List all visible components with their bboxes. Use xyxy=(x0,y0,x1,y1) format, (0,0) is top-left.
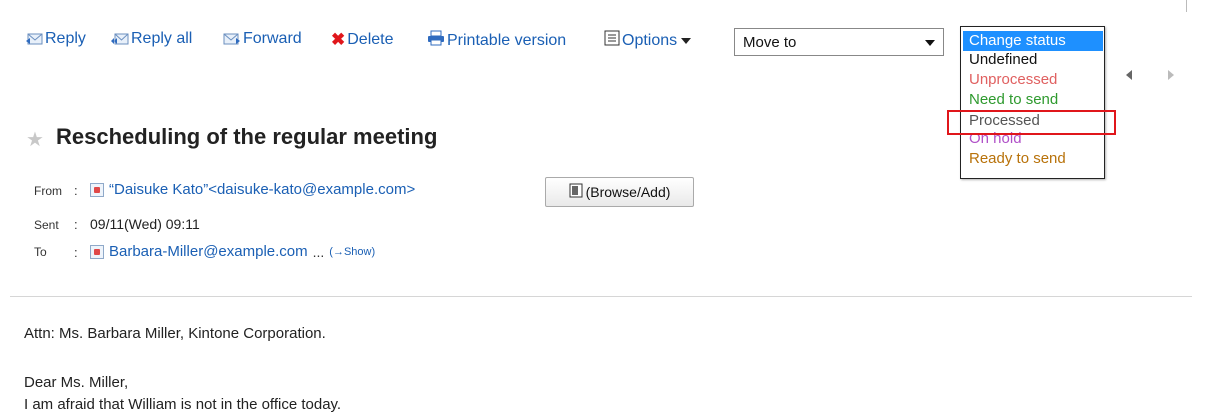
forward-icon xyxy=(223,32,241,46)
change-status-dropdown[interactable]: Change status Undefined Unprocessed Need… xyxy=(960,26,1105,179)
forward-button[interactable]: Forward xyxy=(223,30,302,48)
address-card-icon xyxy=(569,183,583,201)
processed-highlight-box xyxy=(947,110,1116,135)
from-address-text: “Daisuke Kato”<daisuke-kato@example.com> xyxy=(109,181,416,198)
next-arrow-icon[interactable] xyxy=(1168,70,1174,80)
star-icon[interactable]: ★ xyxy=(26,127,44,152)
options-button[interactable]: Options xyxy=(604,30,692,51)
sent-colon: : xyxy=(74,217,78,232)
address-book-icon xyxy=(90,182,104,197)
reply-button[interactable]: Reply xyxy=(25,30,86,48)
message-subject: Rescheduling of the regular meeting xyxy=(56,124,438,149)
reply-all-button[interactable]: Reply all xyxy=(111,30,192,48)
body-line-greeting: Dear Ms. Miller, xyxy=(24,374,129,391)
reply-icon xyxy=(25,32,43,46)
status-option-unprocessed[interactable]: Unprocessed xyxy=(963,70,1103,90)
to-address[interactable]: Barbara-Miller@example.com ... (→Show) xyxy=(90,243,375,260)
body-line-attn: Attn: Ms. Barbara Miller, Kintone Corpor… xyxy=(24,325,326,342)
chevron-down-icon xyxy=(925,40,935,46)
status-option-ready-to-send[interactable]: Ready to send xyxy=(963,149,1103,169)
to-more-ellipsis: ... xyxy=(312,243,325,260)
sent-label: Sent xyxy=(34,218,59,232)
sent-value: 09/11(Wed) 09:11 xyxy=(90,216,200,232)
reply-all-label: Reply all xyxy=(131,30,193,47)
to-address-text: Barbara-Miller@example.com xyxy=(109,243,308,260)
show-recipients-link[interactable]: (→Show) xyxy=(329,246,375,258)
printer-icon xyxy=(427,30,445,51)
from-label: From xyxy=(34,184,62,198)
top-right-divider xyxy=(1186,0,1187,12)
delete-label: Delete xyxy=(347,31,394,48)
delete-icon: ✖ xyxy=(331,30,346,49)
address-book-icon xyxy=(90,244,104,259)
reply-label: Reply xyxy=(45,30,86,47)
status-option-undefined[interactable]: Undefined xyxy=(963,50,1103,70)
to-colon: : xyxy=(74,245,78,260)
header-divider xyxy=(10,296,1192,297)
list-icon xyxy=(604,30,620,51)
forward-label: Forward xyxy=(243,30,302,47)
move-to-value: Move to xyxy=(743,33,797,51)
to-label: To xyxy=(34,245,47,259)
previous-arrow-icon[interactable] xyxy=(1126,70,1132,80)
status-option-change-status[interactable]: Change status xyxy=(963,31,1103,51)
reply-all-icon xyxy=(111,32,129,46)
status-option-need-to-send[interactable]: Need to send xyxy=(963,90,1103,110)
browse-add-button[interactable]: (Browse/Add) xyxy=(545,177,694,207)
printable-version-button[interactable]: Printable version xyxy=(427,30,566,51)
delete-button[interactable]: ✖ Delete xyxy=(331,30,394,50)
body-line-content: I am afraid that William is not in the o… xyxy=(24,396,342,413)
options-label: Options xyxy=(622,31,678,49)
caret-down-icon xyxy=(681,37,692,44)
move-to-select[interactable]: Move to xyxy=(734,28,944,56)
browse-add-label: (Browse/Add) xyxy=(585,184,671,200)
printable-version-label: Printable version xyxy=(447,31,567,49)
from-colon: : xyxy=(74,183,78,198)
from-address[interactable]: “Daisuke Kato”<daisuke-kato@example.com> xyxy=(90,181,415,198)
